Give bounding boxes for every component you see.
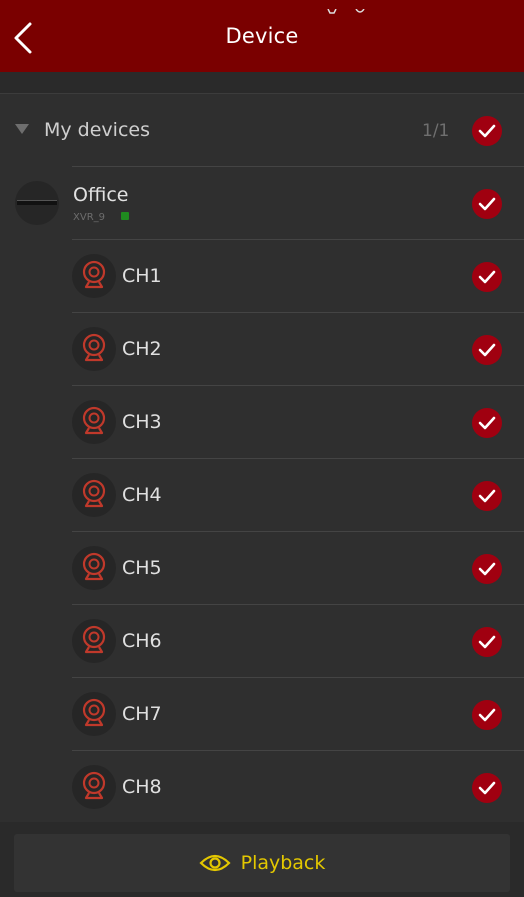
channel-select-check[interactable] [472, 773, 502, 803]
channel-row[interactable]: CH1 [0, 240, 524, 313]
back-button[interactable] [10, 20, 40, 56]
channel-select-check[interactable] [472, 335, 502, 365]
channel-row[interactable]: CH7 [0, 678, 524, 751]
device-row[interactable]: Office XVR_9 [0, 167, 524, 240]
checkmark-icon [478, 635, 496, 649]
channel-label: CH6 [122, 630, 162, 652]
channel-select-check[interactable] [472, 554, 502, 584]
channel-row[interactable]: CH3 [0, 386, 524, 459]
checkmark-icon [478, 343, 496, 357]
triangle-down-icon[interactable] [15, 124, 29, 134]
camera-icon [72, 327, 116, 371]
device-model: XVR_9 [73, 212, 106, 223]
checkmark-icon [478, 124, 496, 138]
camera-icon [72, 546, 116, 590]
bottom-bar: Playback [0, 822, 524, 897]
channel-label: CH8 [122, 776, 162, 798]
channel-label: CH5 [122, 557, 162, 579]
channel-label: CH2 [122, 338, 162, 360]
app-header: Device [0, 0, 524, 72]
checkmark-icon [478, 270, 496, 284]
channel-label: CH3 [122, 411, 162, 433]
channel-row[interactable]: CH5 [0, 532, 524, 605]
eye-icon [199, 854, 231, 872]
checkmark-icon [478, 781, 496, 795]
channel-select-check[interactable] [472, 700, 502, 730]
camera-icon [72, 692, 116, 736]
chevron-left-icon [14, 22, 32, 54]
camera-icon [72, 400, 116, 444]
device-name: Office [73, 184, 129, 206]
checkmark-icon [478, 562, 496, 576]
checkmark-icon [478, 197, 496, 211]
status-bar-icons [322, 0, 382, 14]
page-title: Device [225, 24, 299, 48]
channel-row[interactable]: CH4 [0, 459, 524, 532]
playback-label: Playback [240, 852, 326, 874]
header-subbar [0, 72, 524, 94]
camera-icon [72, 765, 116, 809]
camera-icon [72, 254, 116, 298]
group-label: My devices [44, 119, 150, 141]
channel-select-check[interactable] [472, 262, 502, 292]
channel-label: CH4 [122, 484, 162, 506]
channel-select-check[interactable] [472, 627, 502, 657]
group-select-check[interactable] [472, 116, 502, 146]
channel-row[interactable]: CH8 [0, 751, 524, 822]
camera-icon [72, 473, 116, 517]
group-count: 1/1 [422, 121, 450, 141]
playback-button[interactable]: Playback [14, 834, 510, 892]
channel-label: CH7 [122, 703, 162, 725]
device-select-check[interactable] [472, 189, 502, 219]
channel-row[interactable]: CH2 [0, 313, 524, 386]
camera-icon [72, 619, 116, 663]
channel-label: CH1 [122, 265, 162, 287]
device-group-row[interactable]: My devices 1/1 [0, 94, 524, 167]
device-list: My devices 1/1 Office XVR_9 CH1 CH2 CH3 CH4… [0, 94, 524, 822]
channel-select-check[interactable] [472, 481, 502, 511]
checkmark-icon [478, 708, 496, 722]
checkmark-icon [478, 416, 496, 430]
channel-select-check[interactable] [472, 408, 502, 438]
checkmark-icon [478, 489, 496, 503]
channel-row[interactable]: CH6 [0, 605, 524, 678]
dvr-device-icon [15, 181, 59, 225]
online-status-dot [121, 212, 129, 220]
